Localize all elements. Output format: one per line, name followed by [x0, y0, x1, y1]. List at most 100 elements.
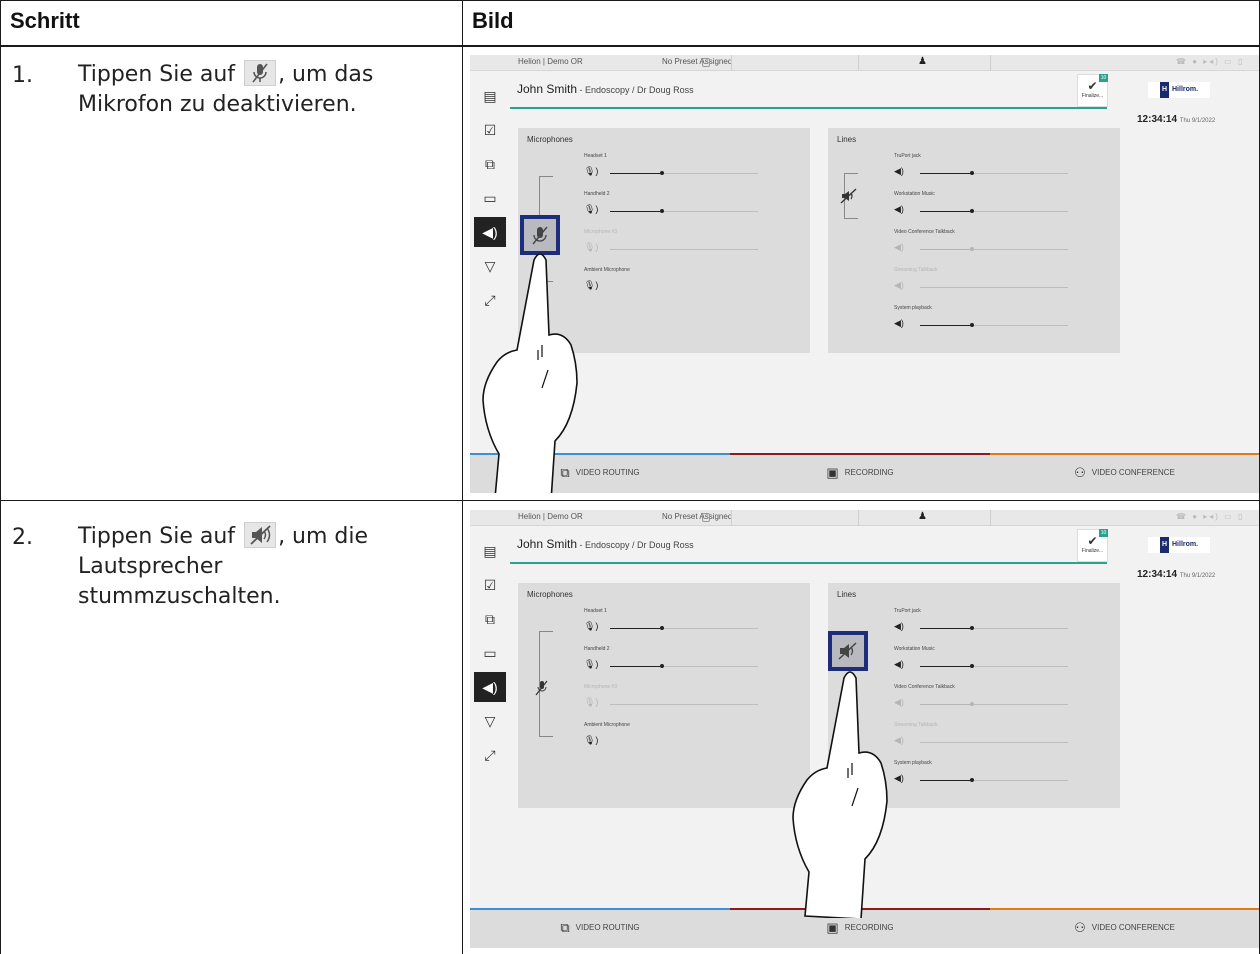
patient-card-icon[interactable]: ▤ [474, 81, 506, 111]
volume-slider[interactable] [920, 287, 1068, 288]
volume-slider[interactable] [920, 171, 1068, 175]
volume-slider[interactable] [920, 626, 1068, 630]
brand-name: Hillrom. [1172, 541, 1199, 548]
tab-label: VIDEO ROUTING [575, 923, 640, 932]
recording-icon: ▣ [826, 920, 839, 935]
volume-slider[interactable] [920, 742, 1068, 743]
divider [990, 510, 991, 526]
step-text: Tippen Sie auf , um das Mikrofon zu deak… [78, 60, 418, 120]
channel-label: Video Conference Talkback [894, 684, 955, 690]
volume-slider[interactable] [610, 664, 758, 668]
finalize-button[interactable]: ✔ Finalize... 10 [1077, 529, 1108, 562]
volume-slider[interactable] [610, 249, 758, 250]
checklist-icon[interactable]: ☑ [474, 115, 506, 145]
finalize-button[interactable]: ✔ Finalize... 10 [1077, 74, 1108, 107]
channel-label: Headset 1 [584, 153, 607, 159]
pointing-hand-icon [792, 671, 888, 918]
video-conference-icon: ⚇ [1074, 920, 1086, 935]
channel-label: TruPort jack [894, 153, 921, 159]
patient-card-icon[interactable]: ▤ [474, 536, 506, 566]
speaker-icon[interactable]: ◀) [894, 318, 904, 329]
volume-slider[interactable] [610, 171, 758, 175]
checklist-icon[interactable]: ☑ [474, 570, 506, 600]
speaker-muted-icon[interactable] [839, 188, 859, 207]
person-icon[interactable]: ♟ [918, 511, 927, 522]
lock-icon[interactable] [702, 513, 710, 522]
microphone-icon[interactable]: 🎙) [584, 166, 598, 177]
microphone-icon[interactable]: 🎙) [584, 659, 598, 670]
clock: 12:34:14 Thu 9/1/2022 [1137, 114, 1215, 125]
tab-video-routing[interactable]: ⧉ VIDEO ROUTING [470, 908, 730, 948]
patient-header: John Smith - Endoscopy / Dr Doug Ross [517, 82, 694, 96]
brand-logo: H Hillrom. [1148, 82, 1210, 98]
volume-slider[interactable] [920, 247, 1068, 251]
speaker-icon[interactable]: ◀) [894, 621, 904, 632]
patient-details: - Endoscopy / Dr Doug Ross [577, 85, 694, 95]
channel-label: System playback [894, 305, 932, 311]
step-text: Tippen Sie auf , um die Lautsprecher stu… [78, 522, 418, 612]
speaker-icon[interactable]: ◀) [894, 242, 904, 253]
tab-video-conference[interactable]: ⚇ VIDEO CONFERENCE [990, 453, 1259, 493]
speaker-icon[interactable]: ◀) [894, 204, 904, 215]
divider [731, 55, 732, 71]
time: 12:34:14 [1137, 569, 1178, 580]
channel-label: Microphone #3 [584, 229, 618, 235]
table-column-divider [462, 0, 463, 954]
volume-slider[interactable] [610, 704, 758, 705]
layout-icon[interactable]: ⧉ [474, 604, 506, 634]
top-status-bar: Helion | Demo OR No Preset Assigned ♟ ☎ … [470, 55, 1259, 71]
lights-icon[interactable]: ▽ [474, 706, 506, 736]
channel-label: Handheld 2 [584, 646, 610, 652]
volume-slider[interactable] [610, 209, 758, 213]
channel-label: System playback [894, 760, 932, 766]
person-icon[interactable]: ♟ [918, 56, 927, 67]
panel-title: Microphones [527, 135, 573, 144]
display-icon[interactable]: ▭ [474, 183, 506, 213]
location-label: Helion | Demo OR [518, 512, 583, 521]
tab-label: VIDEO CONFERENCE [1091, 923, 1175, 932]
panel-title: Lines [837, 135, 857, 144]
microphone-icon[interactable]: 🎙) [584, 621, 598, 632]
volume-slider[interactable] [920, 323, 1068, 327]
camera-control-icon[interactable]: ⤢ [474, 740, 506, 770]
lock-icon[interactable] [702, 58, 710, 67]
video-routing-icon: ⧉ [560, 920, 570, 935]
display-icon[interactable]: ▭ [474, 638, 506, 668]
microphone-icon[interactable]: 🎙) [584, 735, 598, 746]
speaker-icon[interactable]: ◀) [894, 166, 904, 177]
volume-slider[interactable] [920, 778, 1068, 782]
speaker-icon[interactable]: ◀) [894, 280, 904, 291]
audio-icon[interactable]: ◀) [474, 672, 506, 702]
channel-label: Video Conference Talkback [894, 229, 955, 235]
tab-video-conference[interactable]: ⚇ VIDEO CONFERENCE [990, 908, 1259, 948]
volume-slider[interactable] [920, 664, 1068, 668]
microphone-muted-icon[interactable] [534, 679, 550, 700]
volume-slider[interactable] [920, 209, 1068, 213]
step-number: 1. [12, 63, 33, 88]
screenshot-step-2: Helion | Demo OR No Preset Assigned ♟ ☎ … [470, 510, 1259, 948]
layout-icon[interactable]: ⧉ [474, 149, 506, 179]
microphone-icon[interactable]: 🎙) [584, 204, 598, 215]
tab-recording[interactable]: ▣ RECORDING [730, 453, 990, 493]
time: 12:34:14 [1137, 114, 1178, 125]
clock: 12:34:14 Thu 9/1/2022 [1137, 569, 1215, 580]
channel-label: Ambient Microphone [584, 267, 630, 273]
channel-label: Ambient Microphone [584, 722, 630, 728]
channel-label: Headset 1 [584, 608, 607, 614]
bottom-tab-bar: ⧉ VIDEO ROUTING ▣ RECORDING ⚇ VIDEO CONFERE… [470, 453, 1259, 493]
volume-slider[interactable] [920, 702, 1068, 706]
volume-slider[interactable] [610, 626, 758, 630]
channel-label: Streaming Talkback [894, 267, 938, 273]
microphone-icon[interactable]: 🎙) [584, 697, 598, 708]
column-header-step: Schritt [10, 8, 80, 33]
tab-label: RECORDING [844, 923, 894, 932]
pointing-hand-icon [482, 253, 578, 493]
brand-mark: H [1159, 537, 1169, 553]
status-icons: ☎ ● ▸◂) ▭ ▯ [1176, 57, 1245, 66]
sidebar: ▤ ☑ ⧉ ▭ ◀) ▽ ⤢ [470, 526, 510, 826]
table-border-left [0, 0, 1, 954]
panel-title: Lines [837, 590, 857, 599]
patient-name: John Smith [517, 537, 578, 551]
microphone-muted-icon [244, 60, 277, 86]
patient-header: John Smith - Endoscopy / Dr Doug Ross [517, 537, 694, 551]
